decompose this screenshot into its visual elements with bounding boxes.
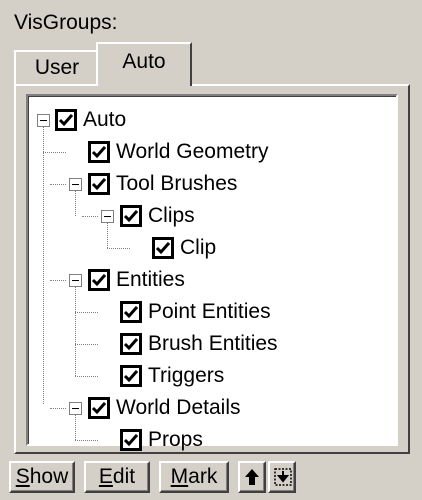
checkmark-icon bbox=[123, 306, 139, 319]
tree-connector bbox=[75, 280, 76, 376]
panel-title: VisGroups: bbox=[14, 11, 118, 34]
tree-connector bbox=[50, 184, 66, 185]
tree-item-label-clip[interactable]: Clip bbox=[180, 236, 216, 260]
checkmark-icon bbox=[91, 402, 107, 415]
tree-item-label-clips[interactable]: Clips bbox=[148, 204, 195, 228]
collapse-clips-icon[interactable] bbox=[101, 210, 114, 223]
collapse-tool-brushes-icon[interactable] bbox=[69, 178, 82, 191]
checkbox-props[interactable] bbox=[120, 429, 142, 451]
tree-connector bbox=[43, 152, 66, 153]
visgroups-panel: VisGroups: User Auto Auto World Geometry… bbox=[0, 0, 422, 500]
tree-connector bbox=[50, 408, 66, 409]
mark-button-mnemonic: M bbox=[170, 465, 189, 488]
checkbox-triggers[interactable] bbox=[120, 365, 142, 387]
edit-button[interactable]: Edit bbox=[84, 461, 150, 493]
checkbox-world-details[interactable] bbox=[88, 397, 110, 419]
tab-page-auto: Auto World Geometry Tool Brushes Clips C… bbox=[14, 84, 410, 454]
edit-button-label: dit bbox=[112, 465, 136, 488]
checkmark-icon bbox=[123, 210, 139, 223]
tree-connector bbox=[50, 280, 66, 281]
mark-button[interactable]: Mark bbox=[159, 461, 229, 493]
tree-connector bbox=[75, 376, 98, 377]
show-button-label: how bbox=[29, 465, 69, 488]
checkbox-tool-brushes[interactable] bbox=[88, 173, 110, 195]
tree-item-label-triggers[interactable]: Triggers bbox=[148, 364, 224, 388]
mark-button-label: ark bbox=[188, 465, 218, 488]
checkmark-icon bbox=[123, 434, 139, 447]
tab-user[interactable]: User bbox=[14, 50, 100, 85]
checkbox-world-geometry[interactable] bbox=[88, 141, 110, 163]
tree-connector bbox=[75, 440, 98, 441]
checkbox-clips[interactable] bbox=[120, 205, 142, 227]
collapse-auto-icon[interactable] bbox=[37, 114, 50, 127]
checkbox-clip[interactable] bbox=[152, 237, 174, 259]
show-button[interactable]: Show bbox=[9, 461, 75, 493]
show-button-mnemonic: S bbox=[15, 465, 30, 488]
tree-connector bbox=[75, 344, 98, 345]
tree-item-label-props[interactable]: Props bbox=[148, 428, 203, 452]
tree-item-label-world-details[interactable]: World Details bbox=[116, 396, 240, 420]
tree-item-label-auto[interactable]: Auto bbox=[83, 108, 126, 132]
checkmark-icon bbox=[123, 338, 139, 351]
tree-item-label-tool-brushes[interactable]: Tool Brushes bbox=[116, 172, 237, 196]
tree-item-label-point-entities[interactable]: Point Entities bbox=[148, 300, 271, 324]
checkmark-icon bbox=[123, 370, 139, 383]
tree-item-label-brush-entities[interactable]: Brush Entities bbox=[148, 332, 278, 356]
checkmark-icon bbox=[91, 274, 107, 287]
checkmark-icon bbox=[155, 242, 171, 255]
tab-auto[interactable]: Auto bbox=[96, 42, 192, 86]
tree-connector bbox=[43, 120, 44, 404]
arrow-down-into-icon bbox=[274, 468, 292, 486]
tree-item-label-world-geometry[interactable]: World Geometry bbox=[116, 140, 269, 164]
collapse-world-details-icon[interactable] bbox=[69, 402, 82, 415]
arrow-up-icon bbox=[245, 469, 259, 485]
tree-connector bbox=[107, 248, 130, 249]
checkmark-icon bbox=[91, 178, 107, 191]
move-down-button[interactable] bbox=[268, 461, 296, 493]
checkbox-auto[interactable] bbox=[55, 109, 77, 131]
checkbox-point-entities[interactable] bbox=[120, 301, 142, 323]
checkbox-entities[interactable] bbox=[88, 269, 110, 291]
tree-connector bbox=[82, 216, 98, 217]
tree-item-label-entities[interactable]: Entities bbox=[116, 268, 185, 292]
move-up-button[interactable] bbox=[238, 461, 266, 493]
visgroup-tree[interactable]: Auto World Geometry Tool Brushes Clips C… bbox=[26, 94, 398, 451]
checkmark-icon bbox=[91, 146, 107, 159]
edit-button-mnemonic: E bbox=[98, 465, 113, 488]
checkbox-brush-entities[interactable] bbox=[120, 333, 142, 355]
checkmark-icon bbox=[58, 114, 74, 127]
collapse-entities-icon[interactable] bbox=[69, 274, 82, 287]
tree-connector bbox=[75, 312, 98, 313]
